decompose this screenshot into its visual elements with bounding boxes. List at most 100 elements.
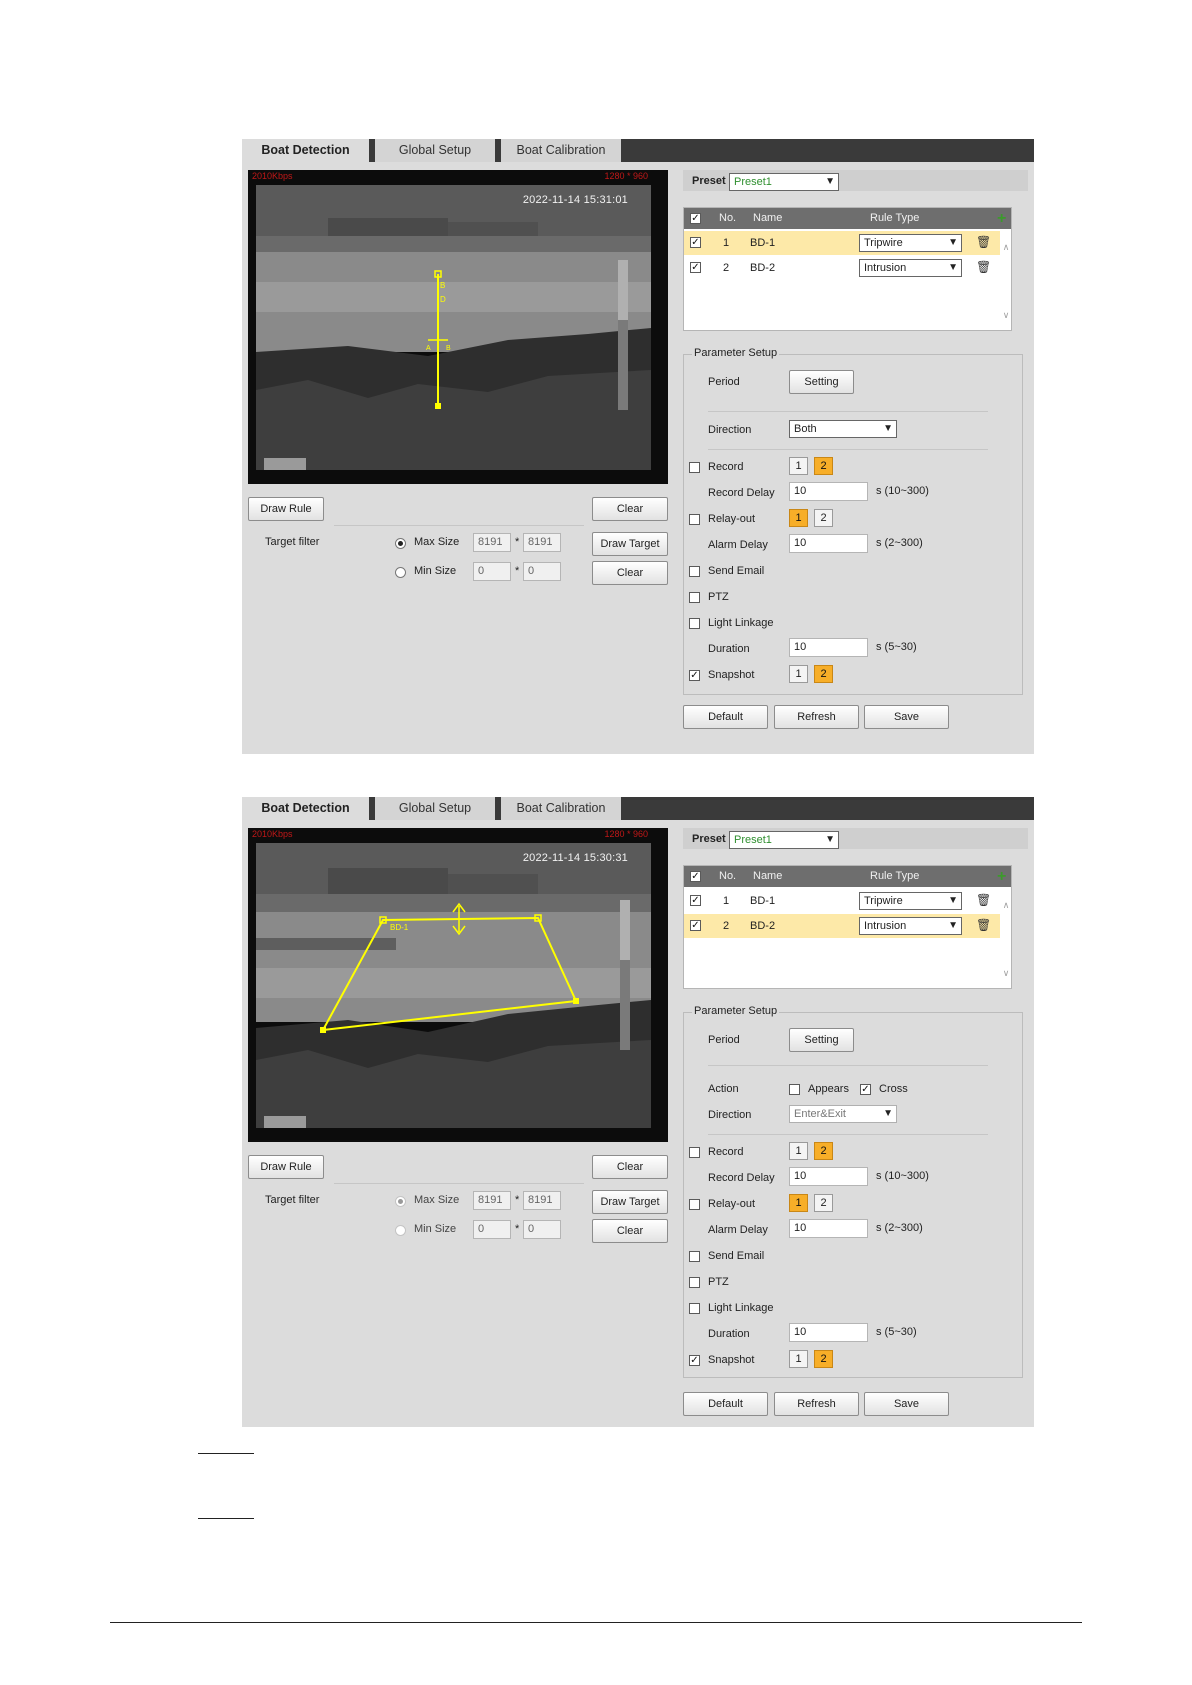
preset-select[interactable]: Preset1 ▼ bbox=[729, 831, 839, 849]
min-height-field[interactable]: 0 bbox=[523, 562, 561, 581]
record-channel-2[interactable]: 2 bbox=[814, 1142, 833, 1160]
scroll-down-icon[interactable]: ∨ bbox=[1000, 968, 1011, 979]
select-all-checkbox[interactable]: ✓ bbox=[690, 871, 701, 882]
select-all-checkbox[interactable]: ✓ bbox=[690, 213, 701, 224]
direction-select[interactable]: Both ▼ bbox=[789, 420, 897, 438]
record-checkbox[interactable] bbox=[689, 1147, 700, 1158]
record-channel-2[interactable]: 2 bbox=[814, 457, 833, 475]
scroll-up-icon[interactable]: ∧ bbox=[1000, 242, 1011, 253]
tab-boat-calibration[interactable]: Boat Calibration bbox=[501, 797, 621, 820]
clear-rule-button[interactable]: Clear bbox=[592, 1155, 668, 1179]
min-width-field[interactable]: 0 bbox=[473, 562, 511, 581]
relay-out-checkbox[interactable] bbox=[689, 514, 700, 525]
live-video[interactable]: BD-1 2010Kbps 1280 * 960 2022-11-14 15:3… bbox=[248, 828, 668, 1142]
tab-global-setup[interactable]: Global Setup bbox=[375, 797, 495, 820]
row-checkbox[interactable]: ✓ bbox=[690, 920, 701, 931]
snapshot-channel-1[interactable]: 1 bbox=[789, 1350, 808, 1368]
appears-checkbox[interactable] bbox=[789, 1084, 800, 1095]
row-checkbox[interactable]: ✓ bbox=[690, 262, 701, 273]
duration-field[interactable]: 10 bbox=[789, 638, 868, 657]
tab-boat-detection[interactable]: Boat Detection bbox=[242, 797, 369, 820]
direction-select[interactable]: Enter&Exit ▼ bbox=[789, 1105, 897, 1123]
trash-icon[interactable]: 🗑 bbox=[976, 235, 991, 249]
tab-boat-calibration[interactable]: Boat Calibration bbox=[501, 139, 621, 162]
record-checkbox[interactable] bbox=[689, 462, 700, 473]
clear-target-button[interactable]: Clear bbox=[592, 561, 668, 585]
refresh-button[interactable]: Refresh bbox=[774, 705, 859, 729]
period-setting-button[interactable]: Setting bbox=[789, 370, 854, 394]
alarm-delay-field[interactable]: 10 bbox=[789, 1219, 868, 1238]
cross-checkbox[interactable]: ✓ bbox=[860, 1084, 871, 1095]
rule-type-select[interactable]: Intrusion ▼ bbox=[859, 917, 962, 935]
snapshot-checkbox[interactable]: ✓ bbox=[689, 670, 700, 681]
relay-channel-1[interactable]: 1 bbox=[789, 1194, 808, 1212]
ptz-checkbox[interactable] bbox=[689, 592, 700, 603]
table-row[interactable]: ✓ 1 BD-1 Tripwire ▼ 🗑 bbox=[684, 231, 1000, 255]
snapshot-checkbox[interactable]: ✓ bbox=[689, 1355, 700, 1366]
relay-out-checkbox[interactable] bbox=[689, 1199, 700, 1210]
scroll-down-icon[interactable]: ∨ bbox=[1000, 310, 1011, 321]
tab-boat-detection[interactable]: Boat Detection bbox=[242, 139, 369, 162]
snapshot-channel-2[interactable]: 2 bbox=[814, 665, 833, 683]
period-setting-button[interactable]: Setting bbox=[789, 1028, 854, 1052]
min-size-radio[interactable] bbox=[395, 567, 406, 578]
max-size-radio[interactable] bbox=[395, 1196, 406, 1207]
max-height-field[interactable]: 8191 bbox=[523, 533, 561, 552]
preset-select[interactable]: Preset1 ▼ bbox=[729, 173, 839, 191]
rule-list-header: ✓ No. Name Rule Type + bbox=[684, 866, 1011, 887]
record-delay-range: s (10~300) bbox=[876, 485, 929, 497]
live-video[interactable]: B D A B 2010Kbps 1280 * 960 2022-11-14 1… bbox=[248, 170, 668, 484]
row-checkbox[interactable]: ✓ bbox=[690, 895, 701, 906]
plus-icon[interactable]: + bbox=[997, 211, 1006, 227]
scroll-up-icon[interactable]: ∧ bbox=[1000, 900, 1011, 911]
row-checkbox[interactable]: ✓ bbox=[690, 237, 701, 248]
light-linkage-checkbox[interactable] bbox=[689, 1303, 700, 1314]
min-height-field[interactable]: 0 bbox=[523, 1220, 561, 1239]
record-channel-1[interactable]: 1 bbox=[789, 1142, 808, 1160]
max-width-field[interactable]: 8191 bbox=[473, 1191, 511, 1210]
default-button[interactable]: Default bbox=[683, 705, 768, 729]
clear-rule-button[interactable]: Clear bbox=[592, 497, 668, 521]
min-width-field[interactable]: 0 bbox=[473, 1220, 511, 1239]
record-delay-field[interactable]: 10 bbox=[789, 1167, 868, 1186]
table-row[interactable]: ✓ 2 BD-2 Intrusion ▼ 🗑 bbox=[684, 914, 1000, 938]
draw-rule-button[interactable]: Draw Rule bbox=[248, 497, 324, 521]
refresh-button[interactable]: Refresh bbox=[774, 1392, 859, 1416]
record-delay-field[interactable]: 10 bbox=[789, 482, 868, 501]
draw-target-button[interactable]: Draw Target bbox=[592, 1190, 668, 1214]
snapshot-channel-1[interactable]: 1 bbox=[789, 665, 808, 683]
light-linkage-checkbox[interactable] bbox=[689, 618, 700, 629]
snapshot-channel-2[interactable]: 2 bbox=[814, 1350, 833, 1368]
chevron-down-icon: ▼ bbox=[883, 423, 893, 434]
rule-type-select[interactable]: Intrusion ▼ bbox=[859, 259, 962, 277]
table-row[interactable]: ✓ 2 BD-2 Intrusion ▼ 🗑 bbox=[684, 256, 1000, 280]
min-size-radio[interactable] bbox=[395, 1225, 406, 1236]
alarm-delay-field[interactable]: 10 bbox=[789, 534, 868, 553]
plus-icon[interactable]: + bbox=[997, 869, 1006, 885]
draw-rule-button[interactable]: Draw Rule bbox=[248, 1155, 324, 1179]
header-name: Name bbox=[753, 212, 783, 224]
table-row[interactable]: ✓ 1 BD-1 Tripwire ▼ 🗑 bbox=[684, 889, 1000, 913]
trash-icon[interactable]: 🗑 bbox=[976, 918, 991, 932]
duration-field[interactable]: 10 bbox=[789, 1323, 868, 1342]
relay-channel-2[interactable]: 2 bbox=[814, 1194, 833, 1212]
trash-icon[interactable]: 🗑 bbox=[976, 893, 991, 907]
relay-channel-2[interactable]: 2 bbox=[814, 509, 833, 527]
record-channel-1[interactable]: 1 bbox=[789, 457, 808, 475]
save-button[interactable]: Save bbox=[864, 705, 949, 729]
max-size-radio[interactable] bbox=[395, 538, 406, 549]
ptz-checkbox[interactable] bbox=[689, 1277, 700, 1288]
send-email-checkbox[interactable] bbox=[689, 1251, 700, 1262]
send-email-checkbox[interactable] bbox=[689, 566, 700, 577]
tab-global-setup[interactable]: Global Setup bbox=[375, 139, 495, 162]
rule-type-select[interactable]: Tripwire ▼ bbox=[859, 234, 962, 252]
rule-type-select[interactable]: Tripwire ▼ bbox=[859, 892, 962, 910]
draw-target-button[interactable]: Draw Target bbox=[592, 532, 668, 556]
save-button[interactable]: Save bbox=[864, 1392, 949, 1416]
clear-target-button[interactable]: Clear bbox=[592, 1219, 668, 1243]
max-height-field[interactable]: 8191 bbox=[523, 1191, 561, 1210]
max-width-field[interactable]: 8191 bbox=[473, 533, 511, 552]
default-button[interactable]: Default bbox=[683, 1392, 768, 1416]
relay-channel-1[interactable]: 1 bbox=[789, 509, 808, 527]
trash-icon[interactable]: 🗑 bbox=[976, 260, 991, 274]
